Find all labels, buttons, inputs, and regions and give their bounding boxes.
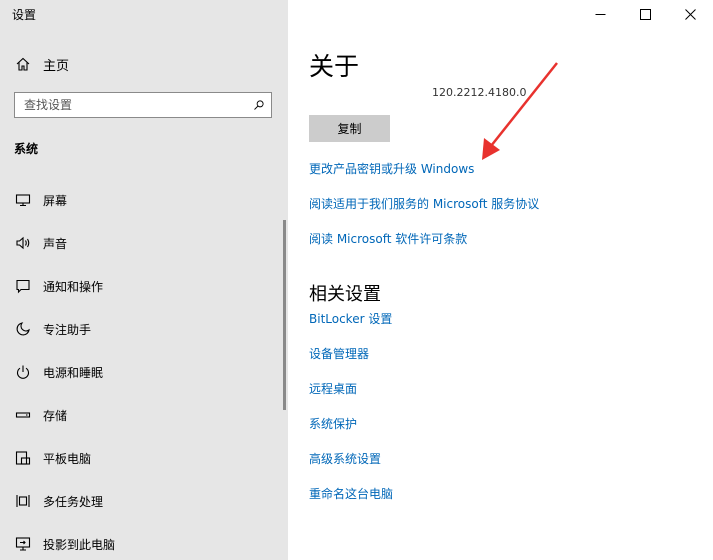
sidebar-item-label: 投影到此电脑 (43, 537, 116, 552)
sidebar-item-project[interactable]: 投影到此电脑 (14, 533, 115, 555)
search-icon[interactable] (247, 99, 271, 111)
sidebar-scrollbar[interactable] (283, 220, 286, 410)
sidebar-item-label: 主页 (43, 58, 70, 74)
rename-pc-link[interactable]: 重命名这台电脑 (309, 485, 393, 502)
sidebar-item-tablet[interactable]: 平板电脑 (14, 447, 91, 469)
related-settings-heading: 相关设置 (309, 284, 381, 305)
sidebar-item-focus-assist[interactable]: 专注助手 (14, 318, 91, 340)
remote-desktop-link[interactable]: 远程桌面 (309, 380, 357, 397)
project-icon (14, 535, 32, 553)
notification-icon (14, 277, 32, 295)
sidebar-item-display[interactable]: 屏幕 (14, 189, 67, 211)
moon-icon (14, 320, 32, 338)
storage-icon (14, 406, 32, 424)
sidebar-item-label: 屏幕 (43, 193, 68, 208)
speaker-icon (14, 234, 32, 252)
window-title: 设置 (12, 8, 37, 22)
change-product-key-link[interactable]: 更改产品密钥或升级 Windows (309, 160, 474, 177)
close-icon (685, 5, 696, 24)
sidebar-item-power-sleep[interactable]: 电源和睡眠 (14, 361, 103, 383)
minimize-button[interactable] (578, 0, 623, 28)
sidebar: 设置 主页 系统 屏幕 声音 通知和操作 专注助手 (0, 0, 288, 560)
sidebar-item-label: 专注助手 (43, 322, 92, 337)
sidebar-item-label: 平板电脑 (43, 451, 92, 466)
section-heading: 系统 (14, 142, 39, 156)
sidebar-item-label: 多任务处理 (43, 494, 104, 509)
sidebar-item-storage[interactable]: 存储 (14, 404, 67, 426)
sidebar-item-home[interactable]: 主页 (14, 53, 69, 75)
version-text: 120.2212.4180.0 (432, 86, 527, 99)
minimize-icon (595, 5, 606, 24)
license-terms-link[interactable]: 阅读 Microsoft 软件许可条款 (309, 230, 467, 247)
page-title: 关于 (309, 52, 360, 81)
bitlocker-settings-link[interactable]: BitLocker 设置 (309, 310, 392, 327)
multitask-icon (14, 492, 32, 510)
sidebar-item-sound[interactable]: 声音 (14, 232, 67, 254)
home-icon (14, 55, 32, 73)
close-button[interactable] (668, 0, 713, 28)
tablet-icon (14, 449, 32, 467)
services-agreement-link[interactable]: 阅读适用于我们服务的 Microsoft 服务协议 (309, 195, 539, 212)
search-input[interactable] (15, 93, 247, 117)
window-controls (578, 0, 713, 28)
sidebar-item-multitasking[interactable]: 多任务处理 (14, 490, 103, 512)
advanced-system-settings-link[interactable]: 高级系统设置 (309, 450, 381, 467)
maximize-button[interactable] (623, 0, 668, 28)
sidebar-item-label: 声音 (43, 236, 68, 251)
power-icon (14, 363, 32, 381)
display-icon (14, 191, 32, 209)
device-manager-link[interactable]: 设备管理器 (309, 345, 369, 362)
sidebar-item-label: 通知和操作 (43, 279, 104, 294)
search-box[interactable] (14, 92, 272, 118)
sidebar-item-notifications[interactable]: 通知和操作 (14, 275, 103, 297)
sidebar-item-label: 电源和睡眠 (43, 365, 104, 380)
copy-button[interactable]: 复制 (309, 115, 390, 142)
maximize-icon (640, 5, 651, 24)
system-protection-link[interactable]: 系统保护 (309, 415, 357, 432)
sidebar-item-label: 存储 (43, 408, 68, 423)
